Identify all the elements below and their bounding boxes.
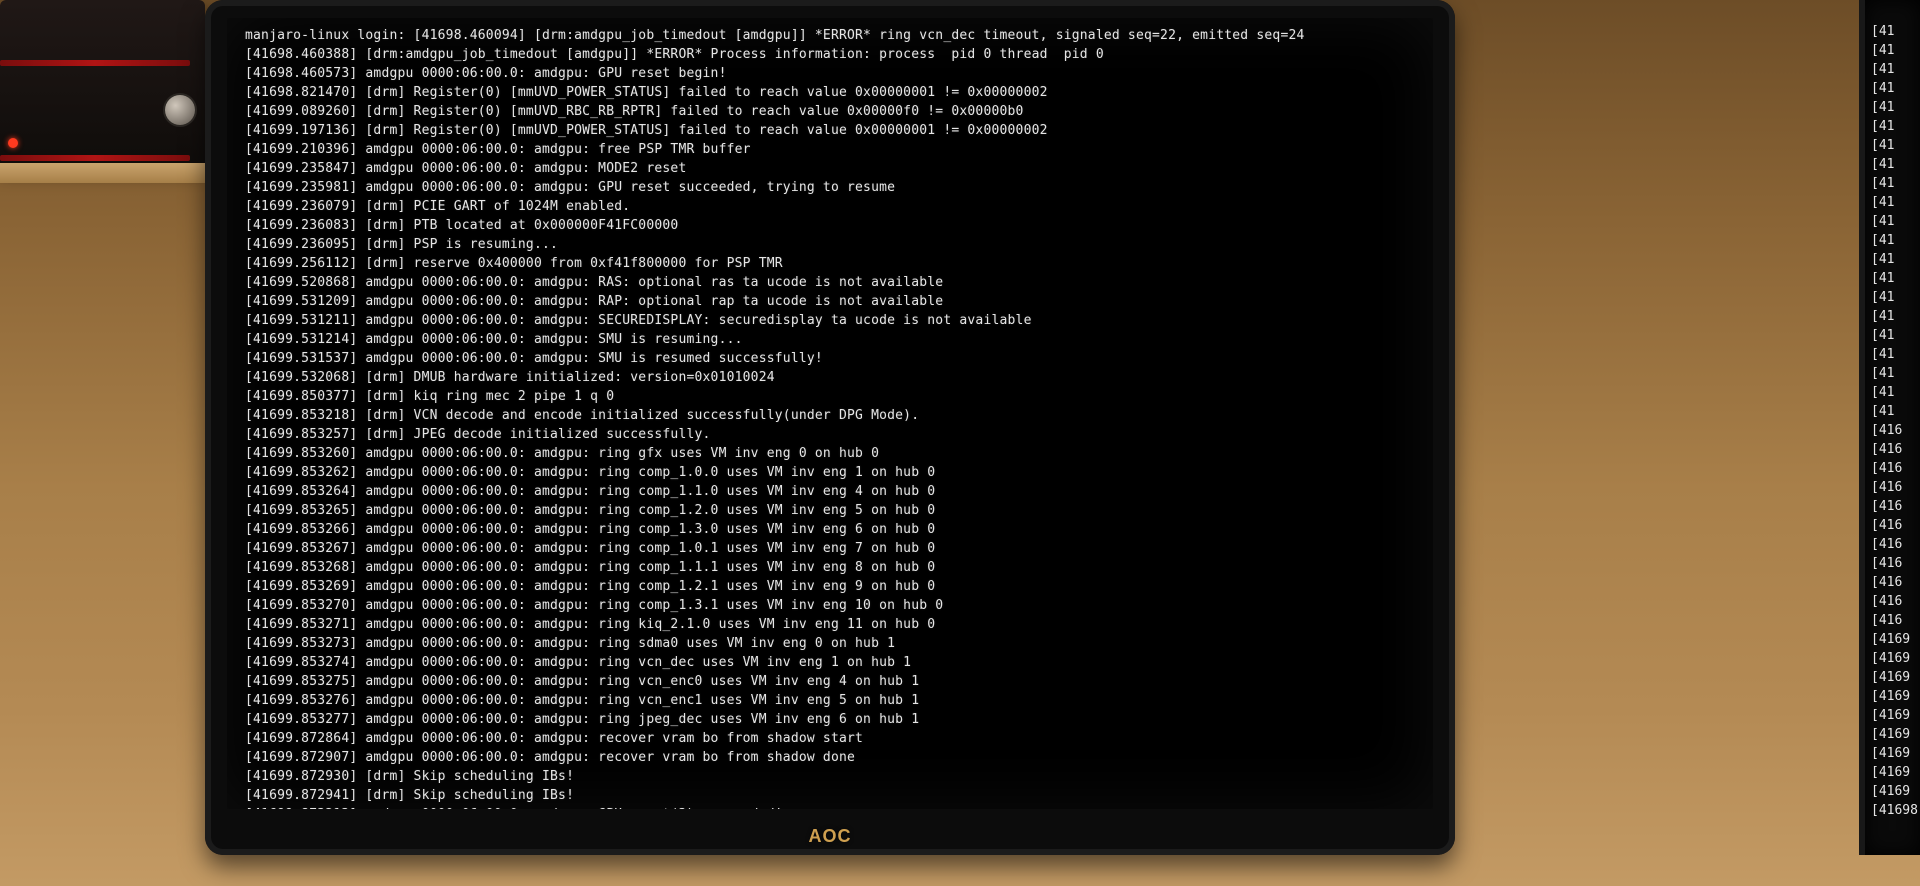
kernel-log-line: [41699.853267] amdgpu 0000:06:00.0: amdg… bbox=[245, 539, 1415, 558]
kernel-log-line: [41699.531209] amdgpu 0000:06:00.0: amdg… bbox=[245, 292, 1415, 311]
kernel-log-line: [41699.853257] [drm] JPEG decode initial… bbox=[245, 425, 1415, 444]
kernel-log-line: [41699.850377] [drm] kiq ring mec 2 pipe… bbox=[245, 387, 1415, 406]
audio-interface-led-icon bbox=[8, 138, 18, 148]
kernel-log-line: [41699.872930] [drm] Skip scheduling IBs… bbox=[245, 767, 1415, 786]
kernel-log-line: [41699.531211] amdgpu 0000:06:00.0: amdg… bbox=[245, 311, 1415, 330]
kernel-log-line: [41699.853266] amdgpu 0000:06:00.0: amdg… bbox=[245, 520, 1415, 539]
monitor-brand-label: AOC bbox=[205, 826, 1455, 847]
kernel-log-line: [41699.873213] amdgpu 0000:06:00.0: amdg… bbox=[245, 805, 1415, 809]
kernel-log-line: [41698.460388] [drm:amdgpu_job_timedout … bbox=[245, 45, 1415, 64]
kernel-log-line: [41699.532068] [drm] DMUB hardware initi… bbox=[245, 368, 1415, 387]
kernel-log-line: [41699.236079] [drm] PCIE GART of 1024M … bbox=[245, 197, 1415, 216]
kernel-log-line: [41699.872864] amdgpu 0000:06:00.0: amdg… bbox=[245, 729, 1415, 748]
primary-monitor: manjaro-linux login: [41698.460094] [drm… bbox=[205, 0, 1455, 855]
desk-background: manjaro-linux login: [41698.460094] [drm… bbox=[0, 0, 1920, 886]
kernel-log-line: [41699.089260] [drm] Register(0) [mmUVD_… bbox=[245, 102, 1415, 121]
kernel-log-terminal: manjaro-linux login: [41698.460094] [drm… bbox=[245, 26, 1415, 809]
kernel-log-line: [41699.872907] amdgpu 0000:06:00.0: amdg… bbox=[245, 748, 1415, 767]
kernel-log-line: [41699.853264] amdgpu 0000:06:00.0: amdg… bbox=[245, 482, 1415, 501]
kernel-log-line: [41699.235981] amdgpu 0000:06:00.0: amdg… bbox=[245, 178, 1415, 197]
kernel-log-line: [41699.197136] [drm] Register(0) [mmUVD_… bbox=[245, 121, 1415, 140]
kernel-log-line: [41699.853277] amdgpu 0000:06:00.0: amdg… bbox=[245, 710, 1415, 729]
kernel-log-line: [41699.872941] [drm] Skip scheduling IBs… bbox=[245, 786, 1415, 805]
kernel-log-line: [41699.520868] amdgpu 0000:06:00.0: amdg… bbox=[245, 273, 1415, 292]
shelf-edge bbox=[0, 163, 208, 183]
kernel-log-line: [41699.236095] [drm] PSP is resuming... bbox=[245, 235, 1415, 254]
kernel-log-line: [41699.853262] amdgpu 0000:06:00.0: amdg… bbox=[245, 463, 1415, 482]
kernel-log-line: [41699.853274] amdgpu 0000:06:00.0: amdg… bbox=[245, 653, 1415, 672]
kernel-log-line: [41699.210396] amdgpu 0000:06:00.0: amdg… bbox=[245, 140, 1415, 159]
kernel-log-line: [41699.853265] amdgpu 0000:06:00.0: amdg… bbox=[245, 501, 1415, 520]
screen-area: manjaro-linux login: [41698.460094] [drm… bbox=[227, 18, 1433, 809]
kernel-log-line: [41699.853270] amdgpu 0000:06:00.0: amdg… bbox=[245, 596, 1415, 615]
audio-interface-top-edge bbox=[0, 60, 190, 66]
kernel-log-line: [41699.531537] amdgpu 0000:06:00.0: amdg… bbox=[245, 349, 1415, 368]
kernel-log-line: [41699.235847] amdgpu 0000:06:00.0: amdg… bbox=[245, 159, 1415, 178]
kernel-log-line: [41699.853218] [drm] VCN decode and enco… bbox=[245, 406, 1415, 425]
kernel-log-line: manjaro-linux login: [41698.460094] [drm… bbox=[245, 26, 1415, 45]
kernel-log-line: [41699.853276] amdgpu 0000:06:00.0: amdg… bbox=[245, 691, 1415, 710]
kernel-log-line: [41699.853275] amdgpu 0000:06:00.0: amdg… bbox=[245, 672, 1415, 691]
kernel-log-line: [41698.821470] [drm] Register(0) [mmUVD_… bbox=[245, 83, 1415, 102]
kernel-log-line: [41699.853271] amdgpu 0000:06:00.0: amdg… bbox=[245, 615, 1415, 634]
kernel-log-line: [41699.236083] [drm] PTB located at 0x00… bbox=[245, 216, 1415, 235]
secondary-monitor-edge: [41 [41 [41 [41 [41 [41 [41 [41 [41 [41 … bbox=[1859, 0, 1920, 855]
kernel-log-line: [41699.853260] amdgpu 0000:06:00.0: amdg… bbox=[245, 444, 1415, 463]
kernel-log-line: [41699.531214] amdgpu 0000:06:00.0: amdg… bbox=[245, 330, 1415, 349]
kernel-log-line: [41698.460573] amdgpu 0000:06:00.0: amdg… bbox=[245, 64, 1415, 83]
kernel-log-line: [41699.853268] amdgpu 0000:06:00.0: amdg… bbox=[245, 558, 1415, 577]
audio-interface-bottom-edge bbox=[0, 155, 190, 161]
kernel-log-line: [41699.853269] amdgpu 0000:06:00.0: amdg… bbox=[245, 577, 1415, 596]
secondary-monitor-text: [41 [41 [41 [41 [41 [41 [41 [41 [41 [41 … bbox=[1871, 22, 1920, 820]
kernel-log-line: [41699.256112] [drm] reserve 0x400000 fr… bbox=[245, 254, 1415, 273]
kernel-log-line: [41699.853273] amdgpu 0000:06:00.0: amdg… bbox=[245, 634, 1415, 653]
